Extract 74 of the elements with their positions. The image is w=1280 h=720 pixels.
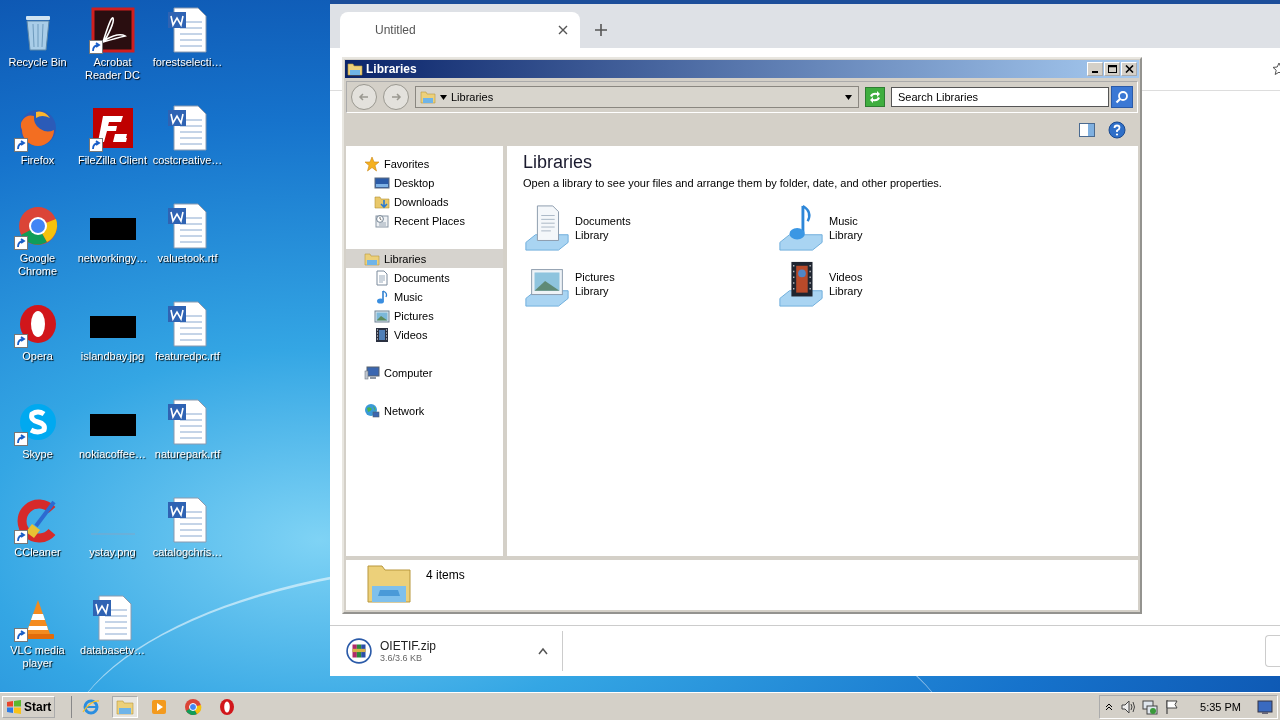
new-tab-icon[interactable] — [594, 23, 608, 37]
nav-item[interactable]: Documents — [346, 268, 503, 287]
nav-item[interactable]: Favorites — [346, 154, 503, 173]
icon-label: Opera — [21, 350, 54, 363]
icon-label: costcreative… — [151, 154, 224, 167]
music-note-icon[interactable] — [374, 288, 390, 305]
icon-label: islandbay.jpg — [79, 350, 146, 363]
icon-label: naturepark.rtf — [153, 448, 222, 461]
nav-item[interactable]: Desktop — [346, 173, 503, 192]
globe-icon[interactable] — [364, 402, 380, 419]
nav-item[interactable]: Downloads — [346, 192, 503, 211]
nav-item[interactable]: Videos — [346, 325, 503, 344]
start-button[interactable]: Start — [2, 695, 56, 718]
window-title: Libraries — [366, 62, 417, 76]
icon-label: Firefox — [19, 154, 56, 167]
icon-label: catalogchris… — [151, 546, 224, 559]
windows-logo-icon[interactable] — [6, 699, 22, 714]
archive-icon — [346, 638, 372, 664]
caret-icon[interactable] — [440, 94, 447, 100]
search-field[interactable]: Search Libraries — [891, 87, 1109, 107]
icon-label: ystay.png — [88, 546, 137, 559]
dropdown-icon[interactable] — [845, 94, 852, 100]
star-icon[interactable] — [364, 155, 380, 172]
preview-pane-button[interactable] — [1078, 120, 1096, 139]
monitor-icon[interactable] — [374, 174, 390, 191]
nav-item[interactable]: Pictures — [346, 306, 503, 325]
speaker-icon[interactable] — [1120, 698, 1137, 715]
picture-icon[interactable] — [374, 307, 390, 324]
description: Open a library to see your files and arrange them by folder, date, and other properties. — [523, 177, 943, 189]
download-name[interactable]: OIETIF.zip — [380, 639, 436, 653]
music-note-icon[interactable] — [777, 204, 825, 252]
nav-item[interactable]: Computer — [346, 363, 503, 382]
address-bar[interactable]: Libraries — [415, 86, 859, 108]
browser-tab[interactable]: Untitled — [340, 12, 580, 48]
nav-item[interactable]: Music — [346, 287, 503, 306]
library-item[interactable]: Videos Library — [777, 259, 1031, 309]
chevron-up-icon[interactable] — [1104, 701, 1115, 712]
page-heading: Libraries — [523, 152, 594, 173]
folder-icon — [347, 61, 363, 77]
film-icon[interactable] — [374, 326, 390, 343]
clock[interactable]: 5:35 PM — [1200, 700, 1241, 713]
icon-label: Skype — [21, 448, 54, 461]
icon-label: networkingy… — [76, 252, 149, 265]
folder-icon[interactable] — [374, 193, 390, 210]
close-icon[interactable] — [558, 25, 568, 35]
document-icon[interactable] — [523, 204, 571, 252]
library-item[interactable]: Pictures Library — [523, 259, 777, 309]
icon-label: Recycle Bin — [7, 56, 68, 69]
caret-icon[interactable] — [538, 647, 548, 655]
icon-label: forestselecti… — [151, 56, 224, 69]
icon-label: valuetook.rtf — [156, 252, 219, 265]
flag-icon[interactable] — [1164, 698, 1181, 715]
library-item[interactable]: Documents Library — [523, 203, 777, 253]
folder-icon — [420, 89, 436, 105]
clock-icon[interactable] — [374, 212, 390, 229]
icon-label: VLC media player — [9, 644, 66, 670]
film-icon[interactable] — [777, 260, 825, 308]
icon-label: CCleaner — [13, 546, 62, 559]
network-icon[interactable] — [1142, 698, 1159, 715]
nav-item[interactable]: Libraries — [346, 249, 503, 268]
icon-label: databasetv… — [79, 644, 146, 657]
item-count: 4 items — [426, 568, 465, 582]
show-desktop-icon[interactable] — [1257, 698, 1273, 715]
icon-label: FileZilla Client — [76, 154, 149, 167]
nav-item[interactable]: Network — [346, 401, 503, 420]
icon-label: Acrobat Reader DC — [84, 56, 141, 82]
help-button[interactable] — [1108, 120, 1126, 139]
download-size: 3.6/3.6 KB — [380, 653, 424, 663]
icon-label: nokiacoffee… — [77, 448, 148, 461]
icon-label: Google Chrome — [16, 252, 59, 278]
nav-item[interactable]: Recent Places — [346, 211, 503, 230]
computer-icon[interactable] — [364, 364, 380, 381]
library-item[interactable]: Music Library — [777, 203, 1031, 253]
icon-label: featuredpc.rtf — [154, 350, 221, 363]
